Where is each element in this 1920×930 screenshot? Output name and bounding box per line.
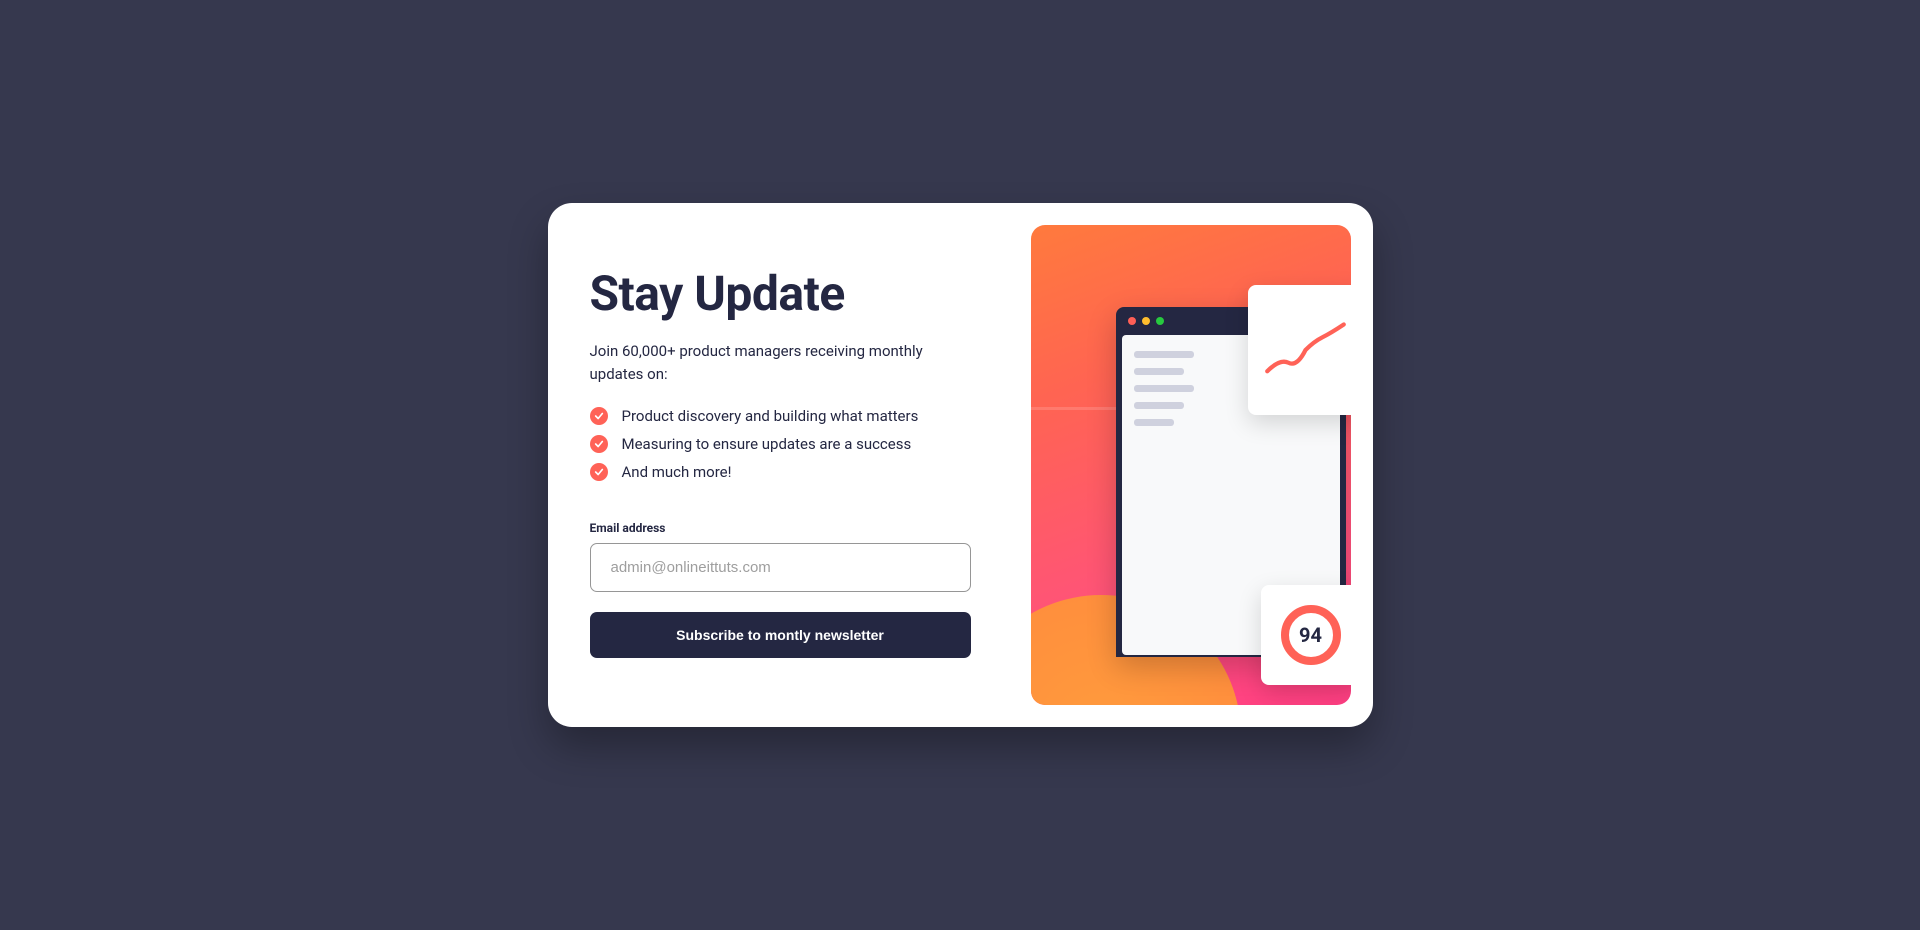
- illustration-panel: 94: [1031, 225, 1351, 705]
- text-line-icon: [1134, 385, 1194, 392]
- newsletter-card: Stay Update Join 60,000+ product manager…: [548, 203, 1373, 727]
- list-item: And much more!: [590, 463, 971, 481]
- traffic-light-green-icon: [1156, 317, 1164, 325]
- traffic-light-red-icon: [1128, 317, 1136, 325]
- text-line-icon: [1134, 368, 1184, 375]
- content-section: Stay Update Join 60,000+ product manager…: [570, 225, 991, 705]
- text-line-icon: [1134, 402, 1184, 409]
- text-line-icon: [1134, 419, 1174, 426]
- check-icon: [590, 463, 608, 481]
- list-item-text: And much more!: [622, 463, 732, 481]
- page-title: Stay Update: [590, 265, 971, 322]
- score-card-graphic: 94: [1261, 585, 1351, 685]
- list-item: Measuring to ensure updates are a succes…: [590, 435, 971, 453]
- chart-card-graphic: [1248, 285, 1351, 415]
- list-item-text: Measuring to ensure updates are a succes…: [622, 435, 912, 453]
- feature-list: Product discovery and building what matt…: [590, 407, 971, 491]
- score-ring: 94: [1281, 605, 1341, 665]
- trend-line-icon: [1263, 315, 1348, 385]
- check-icon: [590, 407, 608, 425]
- list-item: Product discovery and building what matt…: [590, 407, 971, 425]
- traffic-light-yellow-icon: [1142, 317, 1150, 325]
- subtitle-text: Join 60,000+ product managers receiving …: [590, 340, 971, 385]
- text-line-icon: [1134, 351, 1194, 358]
- email-label: Email address: [590, 521, 971, 535]
- score-value: 94: [1299, 623, 1322, 647]
- email-field[interactable]: [590, 543, 971, 592]
- list-item-text: Product discovery and building what matt…: [622, 407, 919, 425]
- check-icon: [590, 435, 608, 453]
- subscribe-button[interactable]: Subscribe to montly newsletter: [590, 612, 971, 658]
